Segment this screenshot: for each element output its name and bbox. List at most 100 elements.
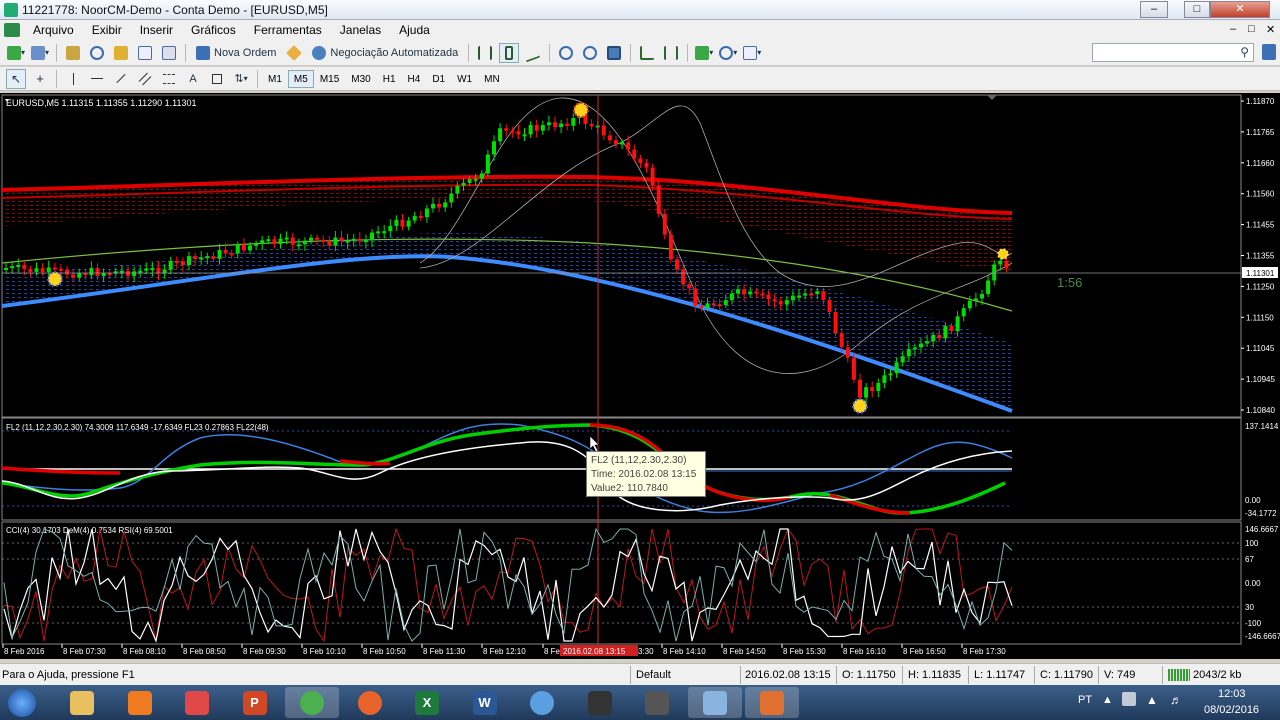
clock-date[interactable]: 08/02/2016 <box>1204 704 1259 716</box>
candlestick-button[interactable] <box>499 42 520 63</box>
toolbar-separator <box>185 43 187 62</box>
templates-button[interactable]: ▾ <box>742 43 762 63</box>
timeframe-h4[interactable]: H4 <box>402 70 427 88</box>
taskbar-app-apps[interactable] <box>170 687 224 718</box>
new-chart-button[interactable]: ▾ <box>6 43 26 63</box>
tray-arrow-icon[interactable]: ▲ <box>1102 694 1113 706</box>
taskbar-app-chrome[interactable] <box>285 687 339 718</box>
candle-body <box>693 288 698 306</box>
menu-exibir[interactable]: Exibir <box>83 23 131 37</box>
close-button[interactable]: ✕ <box>1210 1 1270 18</box>
status-high: H: 1.11835 <box>908 669 962 681</box>
inner-restore-button[interactable]: □ <box>1248 23 1255 35</box>
new-order-button[interactable]: Nova Ordem <box>192 43 280 63</box>
taskbar-app-device[interactable] <box>573 687 627 718</box>
search-icon[interactable]: ⚲ <box>1240 45 1249 59</box>
zoom-out-button[interactable] <box>580 43 600 63</box>
fibonacci-tool[interactable] <box>159 69 179 89</box>
market-watch-button[interactable] <box>63 43 83 63</box>
status-close: C: 1.11790 <box>1040 669 1094 681</box>
menu-graficos[interactable]: Gráficos <box>182 23 245 37</box>
clock-time[interactable]: 12:03 <box>1218 688 1246 700</box>
metaeditor-button[interactable] <box>284 43 304 63</box>
taskbar-app-window-app[interactable] <box>687 687 742 718</box>
status-divider <box>630 666 631 684</box>
tray-flag-icon[interactable] <box>1122 692 1136 706</box>
timeframe-h1[interactable]: H1 <box>377 70 402 88</box>
horizontal-line-tool[interactable] <box>87 69 107 89</box>
candle-body <box>675 259 679 270</box>
taskbar-app-word[interactable]: W <box>458 687 512 718</box>
inner-close-button[interactable]: ✕ <box>1266 23 1275 36</box>
zoom-in-button[interactable] <box>556 43 576 63</box>
candle-body <box>717 304 722 307</box>
menu-janelas[interactable]: Janelas <box>331 23 390 37</box>
label-tool[interactable] <box>207 69 227 89</box>
crosshair-tool[interactable]: + <box>30 69 50 89</box>
taskbar-app-pen[interactable] <box>630 687 684 718</box>
navigator-button[interactable] <box>111 43 131 63</box>
taskbar-app-media[interactable] <box>113 687 167 718</box>
menu-ajuda[interactable]: Ajuda <box>390 23 439 37</box>
tray-volume-icon[interactable]: ♬ <box>1170 693 1182 707</box>
excel-icon: X <box>415 690 439 715</box>
price-chart[interactable]: EURUSD,M5 1.11315 1.11355 1.11290 1.1130… <box>0 93 1280 659</box>
taskbar-app-app-swirl[interactable] <box>515 687 569 718</box>
taskbar-app-excel[interactable]: X <box>400 687 454 718</box>
menu-inserir[interactable]: Inserir <box>131 23 182 37</box>
menu-ferramentas[interactable]: Ferramentas <box>245 23 331 37</box>
trendline-tool[interactable] <box>111 69 131 89</box>
inner-minimize-button[interactable]: – <box>1230 23 1236 35</box>
timeframe-m5[interactable]: M5 <box>287 69 314 88</box>
arrows-tool[interactable]: ⇅ ▾ <box>231 69 251 89</box>
taskbar-app-explorer[interactable] <box>55 687 109 718</box>
vertical-line-tool[interactable] <box>63 69 83 89</box>
chart-window[interactable]: EURUSD,M5 1.11315 1.11355 1.11290 1.1130… <box>0 93 1280 659</box>
candle-body <box>711 303 716 306</box>
status-profile[interactable]: Default <box>636 667 671 683</box>
taskbar-app-firefox[interactable] <box>343 687 397 718</box>
candle-body <box>302 240 307 245</box>
profiles-button[interactable]: ▾ <box>30 43 50 63</box>
candle-body <box>309 237 313 241</box>
taskbar-app-mt4[interactable] <box>745 687 799 718</box>
chart-shift-button[interactable] <box>661 43 681 63</box>
terminal-button[interactable] <box>135 43 155 63</box>
periods-button[interactable]: ▾ <box>718 43 738 63</box>
taskbar-app-powerpoint[interactable]: P <box>228 687 282 718</box>
text-tool[interactable]: A <box>183 69 203 89</box>
auto-scroll-button[interactable] <box>637 43 657 63</box>
chart-shift-marker[interactable] <box>987 95 997 100</box>
strategy-tester-button[interactable] <box>159 43 179 63</box>
timeframe-m30[interactable]: M30 <box>345 70 376 88</box>
search-input[interactable]: ⚲ <box>1092 43 1254 62</box>
language-indicator[interactable]: PT <box>1078 694 1092 706</box>
candle-body <box>790 295 795 301</box>
timeframe-mn[interactable]: MN <box>478 70 506 88</box>
menu-arquivo[interactable]: Arquivo <box>24 23 83 37</box>
tray-network-icon[interactable]: ▲ <box>1146 693 1158 707</box>
candle-body <box>540 125 545 131</box>
candle-body <box>705 303 710 309</box>
timeframe-m1[interactable]: M1 <box>262 70 288 88</box>
community-icon[interactable] <box>1262 44 1276 60</box>
tile-windows-button[interactable] <box>604 43 624 63</box>
channel-tool[interactable] <box>135 69 155 89</box>
timeframe-w1[interactable]: W1 <box>451 70 478 88</box>
bar-chart-button[interactable] <box>475 43 495 63</box>
indicators-button[interactable]: ▾ <box>694 43 714 63</box>
minimize-button[interactable]: – <box>1140 1 1168 18</box>
crosshair-time-tail: 3:30 <box>638 647 654 656</box>
autotrading-button[interactable]: Negociação Automatizada <box>308 43 462 63</box>
candle-body <box>955 316 960 332</box>
restore-button[interactable]: □ <box>1184 1 1210 18</box>
cursor-tool[interactable]: ↖ <box>6 68 26 89</box>
timeframe-m15[interactable]: M15 <box>314 70 345 88</box>
start-button[interactable] <box>2 687 42 718</box>
line-chart-button[interactable] <box>523 42 543 63</box>
data-window-button[interactable] <box>87 43 107 63</box>
candle-body <box>919 343 923 348</box>
price-tick-label: 1.11660 <box>1246 159 1275 168</box>
candle-body <box>28 268 33 272</box>
timeframe-d1[interactable]: D1 <box>426 70 451 88</box>
